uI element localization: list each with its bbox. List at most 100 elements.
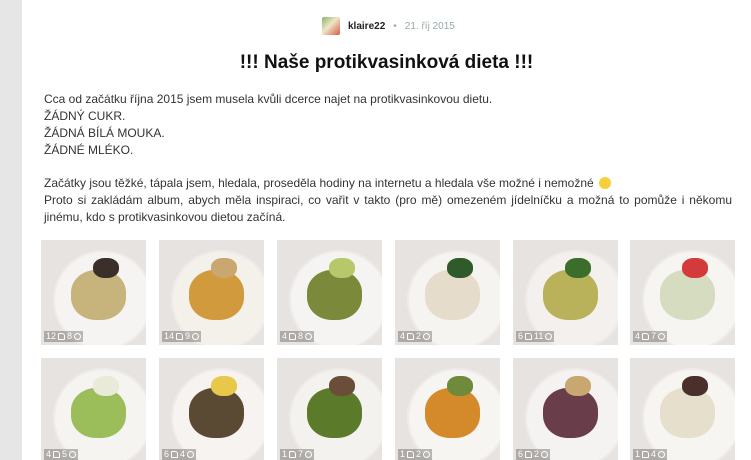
comment-icon[interactable] <box>541 451 549 458</box>
left-margin <box>0 0 22 460</box>
comment-icon[interactable] <box>192 333 200 340</box>
thumb-icon[interactable] <box>525 451 533 458</box>
photo-stats: 17 <box>280 449 315 460</box>
like-count: 14 <box>164 331 175 341</box>
comment-count: 2 <box>416 331 422 341</box>
meta-separator: • <box>393 20 397 32</box>
food-shape <box>543 270 598 320</box>
like-count: 6 <box>164 449 170 459</box>
comment-count: 8 <box>67 331 73 341</box>
post-date: 21. říj 2015 <box>404 20 455 32</box>
like-count: 12 <box>46 331 57 341</box>
thumb-icon[interactable] <box>58 333 66 340</box>
comment-count: 2 <box>534 449 540 459</box>
comment-icon[interactable] <box>658 451 666 458</box>
food-shape <box>189 270 244 320</box>
author-link[interactable]: klaire22 <box>348 21 385 32</box>
food-shape <box>189 388 244 438</box>
thumb-icon[interactable] <box>171 451 179 458</box>
garnish-shape <box>93 376 119 396</box>
comment-count: 4 <box>180 449 186 459</box>
thumb-icon[interactable] <box>525 333 533 340</box>
photo-stats: 6 11 <box>516 331 555 342</box>
post-meta: klaire22 • 21. říj 2015 <box>322 16 455 36</box>
photo-stats: 14 <box>633 449 668 460</box>
photo-thumbnail[interactable]: 62 <box>513 358 618 460</box>
like-count: 4 <box>46 449 52 459</box>
food-shape <box>307 270 362 320</box>
comment-count: 11 <box>534 331 544 341</box>
body-line: ŽÁDNÝ CUKR. <box>44 109 126 123</box>
garnish-shape <box>565 376 591 396</box>
comment-count: 2 <box>416 449 422 459</box>
like-count: 1 <box>282 449 288 459</box>
thumb-icon[interactable] <box>53 451 61 458</box>
comment-icon[interactable] <box>305 451 313 458</box>
food-shape <box>425 270 480 320</box>
thumb-icon[interactable] <box>407 451 415 458</box>
food-shape <box>425 388 480 438</box>
comment-count: 9 <box>185 331 191 341</box>
thumb-icon[interactable] <box>176 333 184 340</box>
garnish-shape <box>565 258 591 278</box>
like-count: 4 <box>400 331 406 341</box>
photo-stats: 62 <box>516 449 551 460</box>
comment-count: 8 <box>298 331 304 341</box>
comment-icon[interactable] <box>423 333 431 340</box>
thumb-icon[interactable] <box>642 333 650 340</box>
photo-stats: 64 <box>162 449 197 460</box>
photo-stats: 12 8 <box>44 331 84 342</box>
photo-stats: 48 <box>280 331 315 342</box>
photo-thumbnail[interactable]: 6 11 <box>513 240 618 345</box>
photo-thumbnail[interactable]: 64 <box>159 358 264 460</box>
body-line: ŽÁDNÁ BÍLÁ MOUKA. <box>44 126 165 140</box>
photo-stats: 47 <box>633 331 668 342</box>
comment-icon[interactable] <box>545 333 553 340</box>
photo-thumbnail[interactable]: 14 <box>630 358 735 460</box>
photo-thumbnail[interactable]: 12 <box>395 358 500 460</box>
food-shape <box>307 388 362 438</box>
garnish-shape <box>329 258 355 278</box>
body-line: Proto si zakládám album, abych měla insp… <box>44 193 732 224</box>
photo-thumbnail[interactable]: 12 8 <box>41 240 146 345</box>
photo-stats: 42 <box>398 331 433 342</box>
garnish-shape <box>211 258 237 278</box>
comment-icon[interactable] <box>69 451 77 458</box>
like-count: 6 <box>518 449 524 459</box>
garnish-shape <box>93 258 119 278</box>
avatar[interactable] <box>322 17 340 35</box>
comment-icon[interactable] <box>305 333 313 340</box>
post-body: Cca od začátku října 2015 jsem musela kv… <box>44 91 732 226</box>
food-shape <box>71 270 126 320</box>
comment-icon[interactable] <box>658 333 666 340</box>
thumb-icon[interactable] <box>289 451 297 458</box>
photo-thumbnail[interactable]: 47 <box>630 240 735 345</box>
food-shape <box>660 388 715 438</box>
like-count: 1 <box>400 449 406 459</box>
comment-icon[interactable] <box>187 451 195 458</box>
comment-count: 5 <box>62 449 68 459</box>
comment-icon[interactable] <box>423 451 431 458</box>
like-count: 4 <box>282 331 288 341</box>
photo-thumbnail[interactable]: 45 <box>41 358 146 460</box>
photo-stats: 12 <box>398 449 433 460</box>
comment-count: 7 <box>651 331 657 341</box>
like-count: 6 <box>518 331 524 341</box>
photo-thumbnail[interactable]: 17 <box>277 358 382 460</box>
food-shape <box>660 270 715 320</box>
smiley-icon <box>599 177 612 189</box>
garnish-shape <box>447 376 473 396</box>
body-line: ŽÁDNÉ MLÉKO. <box>44 143 134 157</box>
thumb-icon[interactable] <box>642 451 650 458</box>
photo-stats: 45 <box>44 449 79 460</box>
thumb-icon[interactable] <box>289 333 297 340</box>
like-count: 1 <box>635 449 641 459</box>
comment-icon[interactable] <box>74 333 82 340</box>
photo-thumbnail[interactable]: 14 9 <box>159 240 264 345</box>
body-line: Začátky jsou těžké, tápala jsem, hledala… <box>44 175 732 192</box>
garnish-shape <box>682 258 708 278</box>
thumb-icon[interactable] <box>407 333 415 340</box>
photo-thumbnail[interactable]: 48 <box>277 240 382 345</box>
garnish-shape <box>211 376 237 396</box>
photo-thumbnail[interactable]: 42 <box>395 240 500 345</box>
